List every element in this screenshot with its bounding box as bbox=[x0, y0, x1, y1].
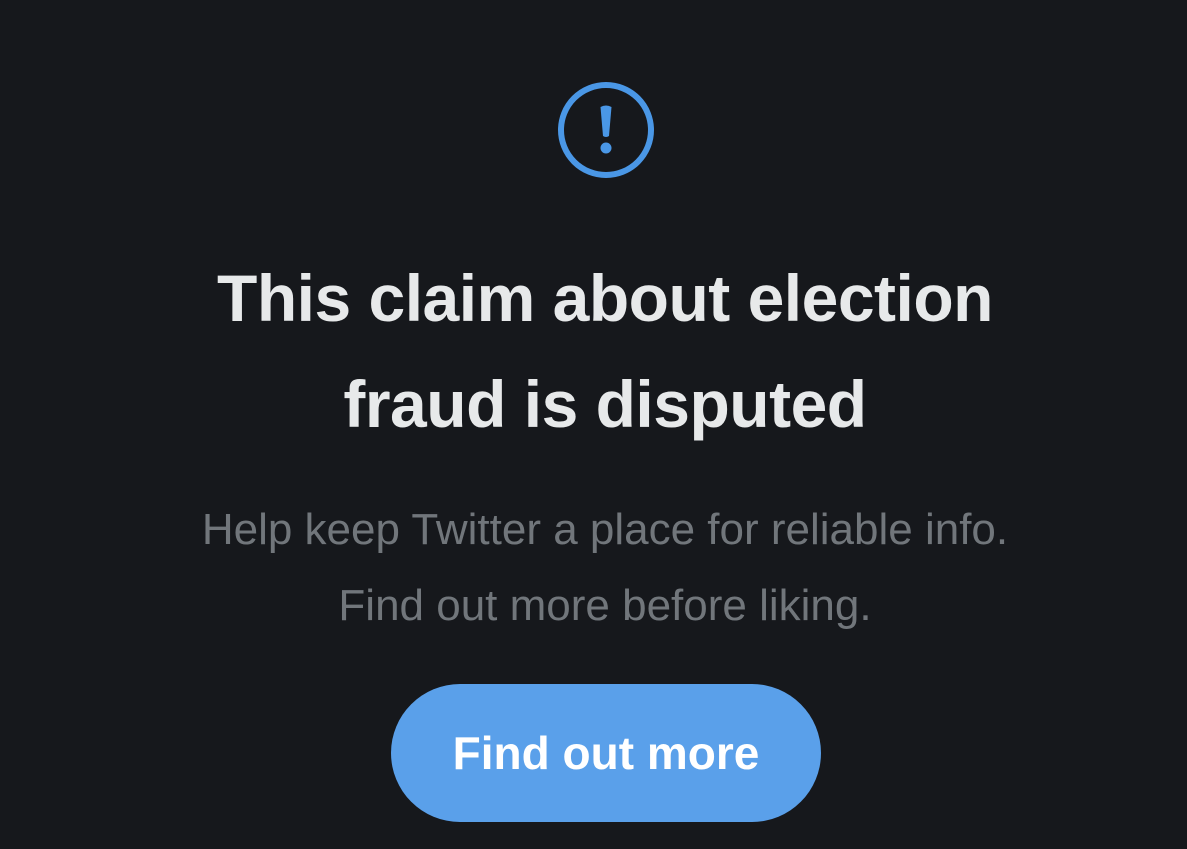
alert-exclamation-icon bbox=[556, 80, 656, 180]
warning-headline: This claim about election fraud is dispu… bbox=[60, 245, 1150, 457]
headline-line-2: fraud is disputed bbox=[343, 367, 867, 441]
disputed-claim-prompt: This claim about election fraud is dispu… bbox=[0, 0, 1187, 849]
description-line-1: Help keep Twitter a place for reliable i… bbox=[201, 505, 1009, 554]
description-line-2: Find out more before liking. bbox=[338, 581, 872, 630]
find-out-more-button[interactable]: Find out more bbox=[391, 684, 821, 822]
headline-line-1: This claim about election bbox=[217, 261, 994, 335]
warning-description: Help keep Twitter a place for reliable i… bbox=[60, 492, 1150, 644]
